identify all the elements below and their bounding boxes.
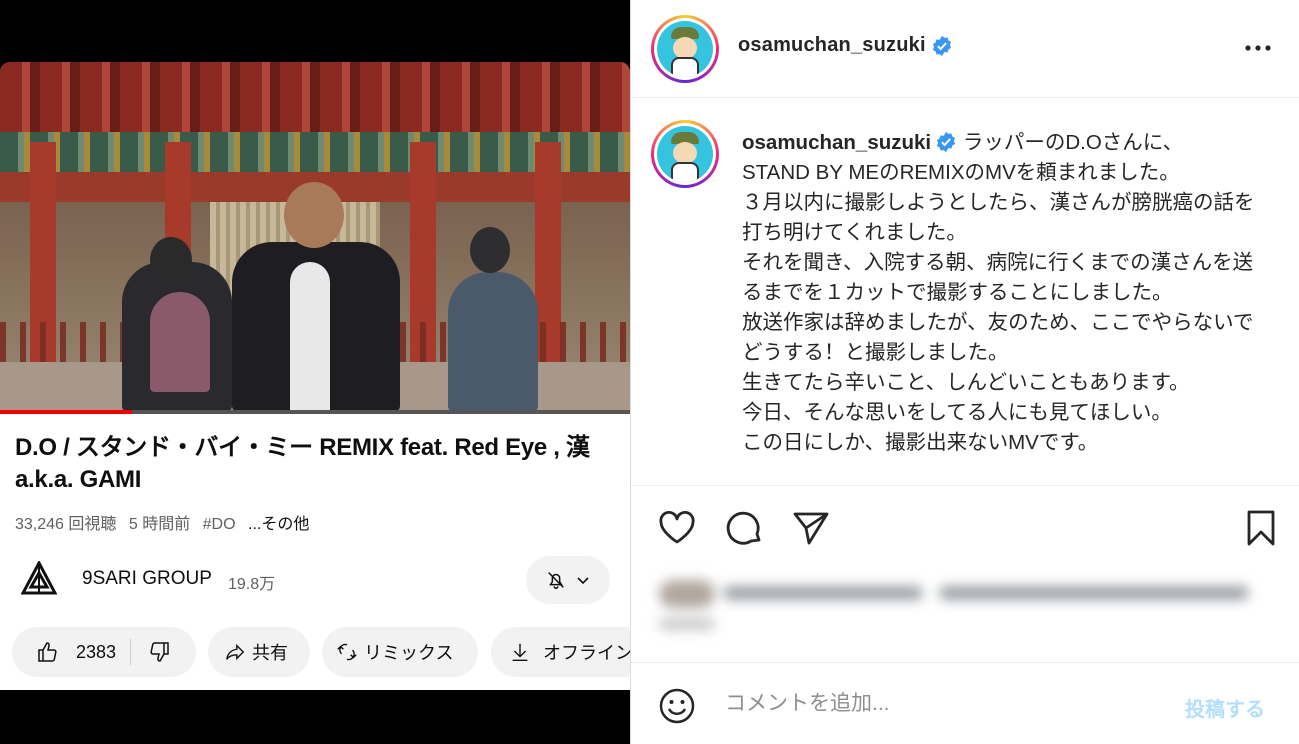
remix-icon [337, 643, 357, 661]
username-text[interactable]: osamuchan_suzuki [738, 34, 926, 56]
caption-body: ラッパーのD.Oさんに、 STAND BY MEのREMIXのMVを頼まれました… [742, 131, 1255, 454]
post-actions [631, 486, 1299, 566]
person-right [448, 272, 538, 412]
like-count[interactable]: 2383 [76, 642, 116, 663]
download-icon [512, 643, 528, 661]
hashtag-link[interactable]: #DO [203, 516, 236, 533]
verified-badge-icon [933, 35, 952, 56]
person-left-shirt [150, 292, 210, 392]
post-header: osamuchan_suzuki [631, 0, 1299, 98]
profile-avatar[interactable] [651, 15, 719, 83]
caption-text: osamuchan_suzuki ラッパーのD.Oさんに、 STAND BY M… [742, 128, 1267, 458]
person-right-head [470, 227, 510, 273]
person-center-head [284, 182, 344, 248]
remix-label: リミックス [364, 643, 454, 663]
likes-summary-blurred [659, 570, 1279, 640]
remix-button[interactable]: リミックス [322, 627, 478, 677]
post-comment-button[interactable]: 投稿する [1185, 693, 1265, 722]
video-title: D.O / スタンド・バイ・ミー REMIX feat. Red Eye , 漢… [15, 434, 590, 493]
view-count: 33,246 回視聴 [15, 516, 117, 533]
emoji-icon[interactable] [658, 687, 696, 725]
person-center-zipper [290, 262, 330, 412]
youtube-screenshot: D.O / スタンド・バイ・ミー REMIX feat. Red Eye , 漢… [0, 0, 630, 744]
thumbs-up-icon[interactable] [36, 640, 60, 664]
person-left-head [150, 237, 192, 283]
share-label: 共有 [252, 643, 288, 663]
heart-icon[interactable] [657, 508, 697, 548]
offline-label: オフライン [543, 643, 630, 663]
divider [130, 639, 132, 665]
instagram-post: osamuchan_suzuki osamuchan_suzuki ラッパーのD… [630, 0, 1299, 744]
header-username[interactable]: osamuchan_suzuki [738, 34, 953, 57]
shrine-roof [0, 62, 630, 132]
verified-badge-icon [937, 131, 956, 152]
action-bar: 2383 共有 リミックス オフライン [12, 627, 630, 677]
share-icon [226, 643, 245, 661]
comment-bar: 投稿する [631, 662, 1299, 744]
share-button[interactable]: 共有 [208, 627, 310, 677]
bell-off-icon [548, 572, 564, 589]
bookmark-icon[interactable] [1241, 508, 1281, 548]
like-dislike-group: 2383 [12, 627, 196, 677]
thumbs-down-icon[interactable] [147, 640, 171, 664]
more-options-icon[interactable] [1243, 38, 1273, 58]
comment-input[interactable] [725, 692, 1165, 716]
caption-area: osamuchan_suzuki ラッパーのD.Oさんに、 STAND BY M… [631, 98, 1299, 486]
channel-row: 9SARI GROUP 19.8万 [15, 556, 615, 604]
channel-logo-icon[interactable] [21, 561, 57, 597]
subscriber-count: 19.8万 [228, 576, 276, 593]
video-meta: 33,246 回視聴 5 時間前 #DO ...その他 [15, 510, 317, 534]
offline-button[interactable]: オフライン [491, 627, 630, 677]
send-icon[interactable] [791, 508, 831, 548]
caption-avatar[interactable] [651, 120, 719, 188]
video-info-panel: D.O / スタンド・バイ・ミー REMIX feat. Red Eye , 漢… [0, 414, 630, 690]
caption-username[interactable]: osamuchan_suzuki [742, 131, 931, 154]
upload-time: 5 時間前 [128, 516, 191, 533]
chevron-down-icon [577, 577, 589, 585]
video-player[interactable] [0, 62, 630, 412]
notification-bell-button[interactable] [526, 556, 610, 604]
channel-name[interactable]: 9SARI GROUP [82, 568, 212, 590]
more-link[interactable]: ...その他 [248, 516, 309, 533]
comment-icon[interactable] [725, 508, 765, 548]
